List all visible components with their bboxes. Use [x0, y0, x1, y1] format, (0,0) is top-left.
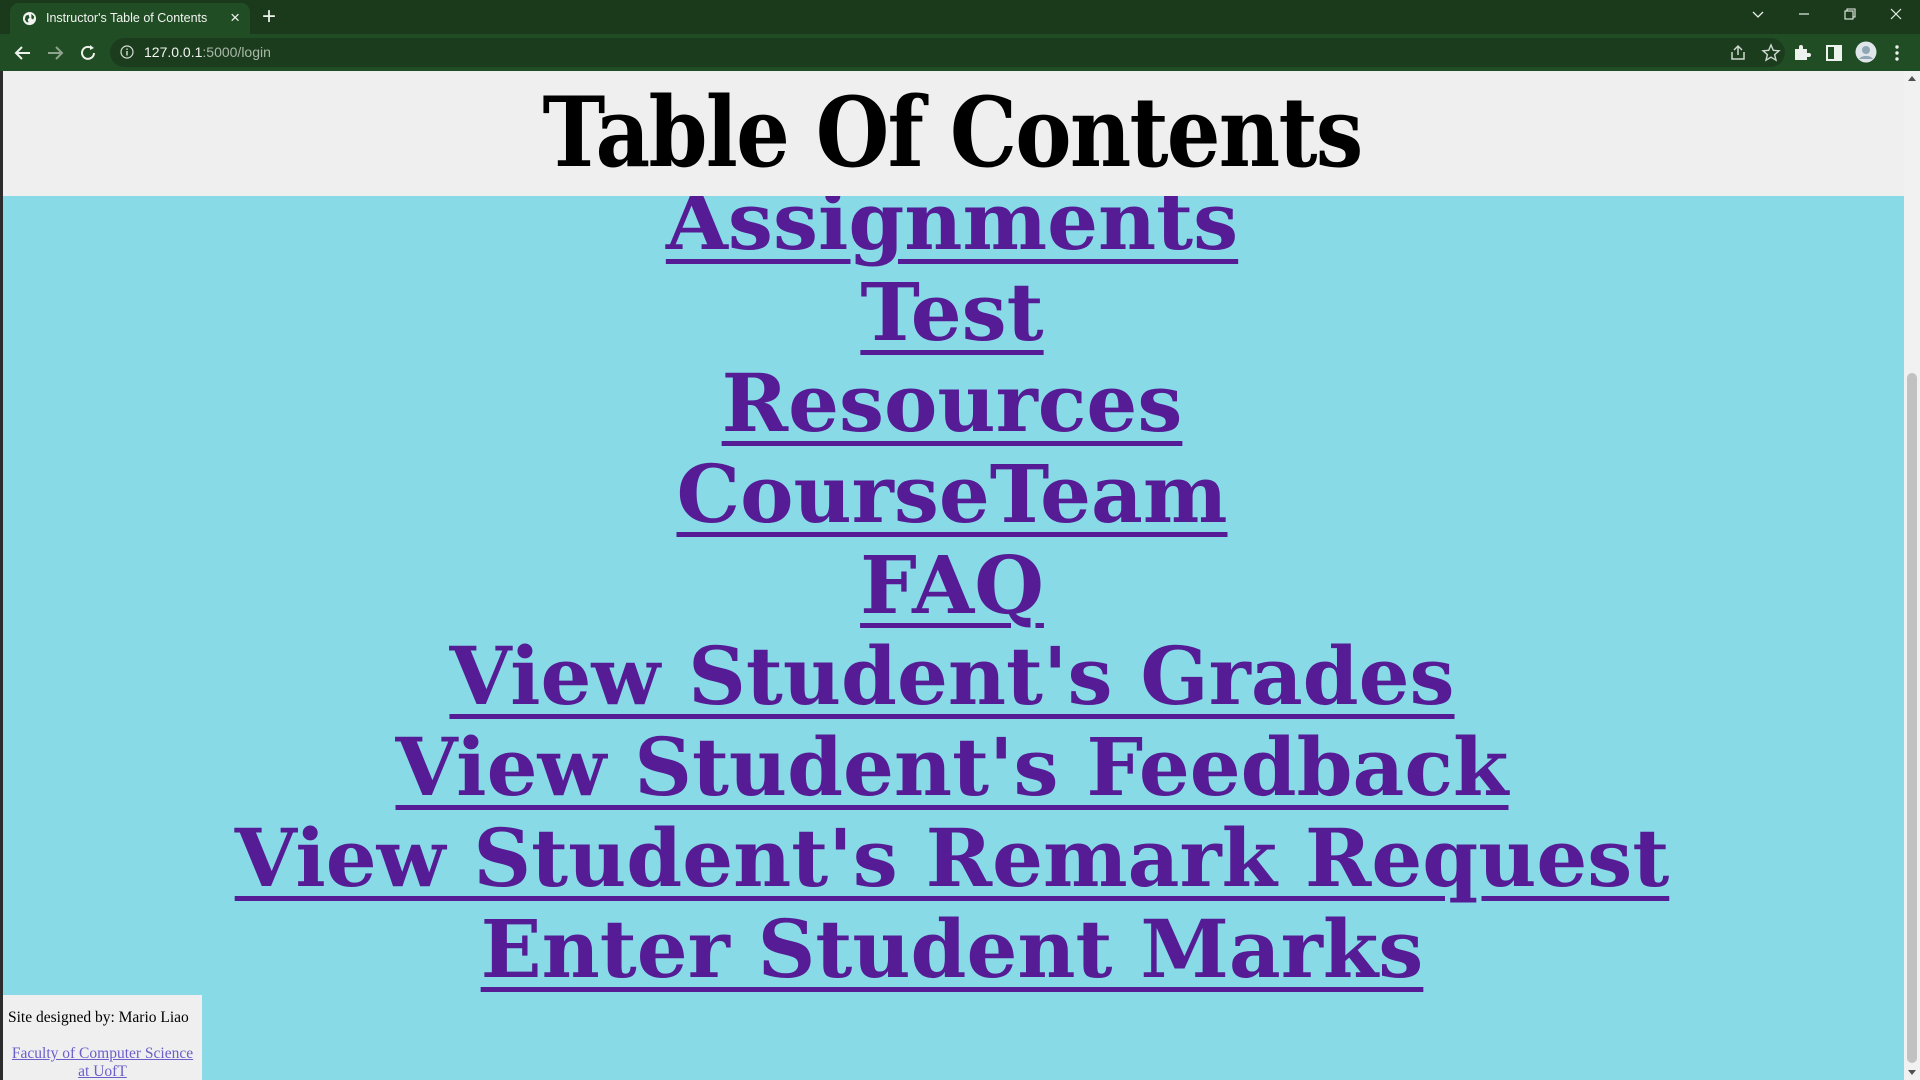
url-host: 127.0.0.1 — [144, 44, 203, 60]
footer-link-line1: Faculty of Computer Science — [11, 1045, 194, 1062]
plus-icon[interactable]: + — [262, 5, 276, 29]
chevron-down-icon[interactable] — [1736, 0, 1782, 30]
table-of-contents-nav: Assignments Test Resources CourseTeam FA… — [0, 176, 1904, 995]
reload-icon[interactable] — [76, 41, 100, 65]
url-path: :5000/login — [202, 44, 271, 60]
footer-credit: Site designed by: Mario Liao — [8, 1009, 189, 1026]
page-title: Table Of Contents — [542, 76, 1363, 189]
footer-link-line2: at UofT — [78, 1063, 127, 1080]
info-icon[interactable] — [120, 45, 134, 59]
link-test[interactable]: Test — [860, 267, 1043, 358]
puzzle-icon[interactable] — [1791, 42, 1813, 64]
footer-faculty-link[interactable]: Faculty of Computer Science at UofT — [3, 1045, 202, 1080]
scroll-down-arrow-icon[interactable] — [1908, 1070, 1916, 1075]
link-faq[interactable]: FAQ — [860, 540, 1044, 631]
scroll-up-arrow-icon[interactable] — [1908, 76, 1916, 81]
profile-avatar[interactable] — [1855, 41, 1877, 63]
address-bar[interactable]: 127.0.0.1:5000/login — [110, 38, 1785, 67]
link-resources[interactable]: Resources — [722, 358, 1183, 449]
link-view-remark-request[interactable]: View Student's Remark Request — [235, 813, 1670, 904]
star-icon[interactable] — [1760, 42, 1782, 64]
browser-toolbar: 127.0.0.1:5000/login — [0, 34, 1920, 71]
page-footer: Site designed by: Mario Liao Faculty of … — [3, 995, 202, 1080]
side-panel-icon[interactable] — [1823, 42, 1845, 64]
globe-icon — [22, 11, 37, 26]
share-icon[interactable] — [1727, 42, 1749, 64]
link-view-grades[interactable]: View Student's Grades — [449, 631, 1454, 722]
scrollbar-thumb[interactable] — [1907, 373, 1917, 1063]
browser-tab[interactable]: Instructor's Table of Contents × — [10, 3, 250, 34]
link-view-feedback[interactable]: View Student's Feedback — [396, 722, 1509, 813]
vertical-scrollbar[interactable] — [1904, 71, 1920, 1080]
browser-tab-bar: Instructor's Table of Contents × + — [0, 0, 1920, 34]
close-icon[interactable]: × — [230, 9, 240, 26]
link-courseteam[interactable]: CourseTeam — [676, 449, 1227, 540]
tab-title: Instructor's Table of Contents — [46, 11, 208, 25]
page-left-edge — [0, 71, 3, 1080]
page-viewport: Assignments Test Resources CourseTeam FA… — [0, 71, 1904, 1080]
restore-icon[interactable] — [1828, 0, 1874, 30]
url-text: 127.0.0.1:5000/login — [144, 44, 271, 60]
back-icon[interactable] — [11, 41, 35, 65]
page-header: Table Of Contents — [0, 71, 1904, 196]
menu-icon[interactable] — [1886, 42, 1908, 64]
close-window-icon[interactable] — [1874, 0, 1920, 30]
link-enter-marks[interactable]: Enter Student Marks — [481, 904, 1424, 995]
forward-icon[interactable] — [43, 41, 67, 65]
minimize-icon[interactable] — [1782, 0, 1828, 30]
